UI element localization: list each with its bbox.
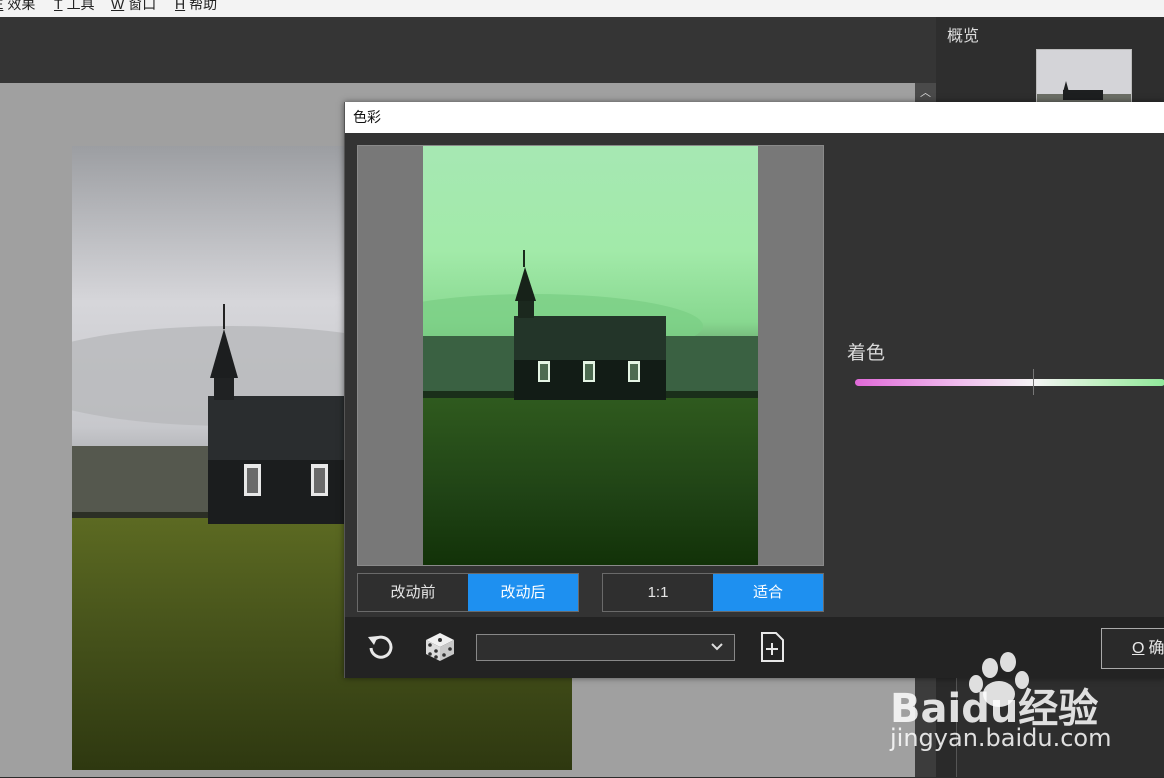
fit-button[interactable]: 适合 bbox=[713, 574, 823, 611]
menu-help[interactable]: H 帮助 bbox=[175, 0, 217, 11]
menu-window[interactable]: W 窗口 bbox=[111, 0, 156, 11]
scroll-up-icon[interactable]: ︿ bbox=[915, 83, 936, 103]
actual-size-button[interactable]: 1:1 bbox=[603, 574, 713, 611]
reset-icon[interactable] bbox=[365, 631, 397, 663]
preview-area bbox=[357, 145, 824, 566]
zoom-toggle: 1:1 适合 bbox=[602, 573, 824, 612]
new-preset-icon[interactable] bbox=[756, 631, 788, 663]
menu-effects[interactable]: E效果 bbox=[0, 0, 35, 11]
after-button[interactable]: 改动后 bbox=[468, 574, 578, 611]
overview-title: 概览 bbox=[947, 28, 980, 45]
overview-thumbnail[interactable] bbox=[1036, 49, 1132, 107]
color-dialog: 色彩 改动前 改动后 1:1 适合 着色 O 确 bbox=[344, 102, 1164, 678]
dice-icon[interactable] bbox=[424, 631, 456, 663]
tint-slider-center-tick bbox=[1033, 369, 1034, 395]
toolbar bbox=[0, 17, 936, 83]
preset-select[interactable] bbox=[476, 634, 735, 661]
dialog-title[interactable]: 色彩 bbox=[345, 102, 1164, 133]
compare-toggle: 改动前 改动后 bbox=[357, 573, 579, 612]
before-button[interactable]: 改动前 bbox=[358, 574, 468, 611]
menu-bar: E效果 T工具 W窗口 H帮助 bbox=[0, 0, 1164, 17]
menu-tools[interactable]: T 工具 bbox=[54, 0, 95, 11]
chevron-down-icon bbox=[711, 643, 723, 651]
baidu-watermark: Baidu经验 jingyan.baidu.com bbox=[890, 650, 1160, 775]
tint-label: 着色 bbox=[847, 343, 886, 364]
tint-slider[interactable] bbox=[855, 379, 1164, 386]
preview-image bbox=[423, 146, 758, 565]
watermark-url: jingyan.baidu.com bbox=[890, 724, 1112, 752]
